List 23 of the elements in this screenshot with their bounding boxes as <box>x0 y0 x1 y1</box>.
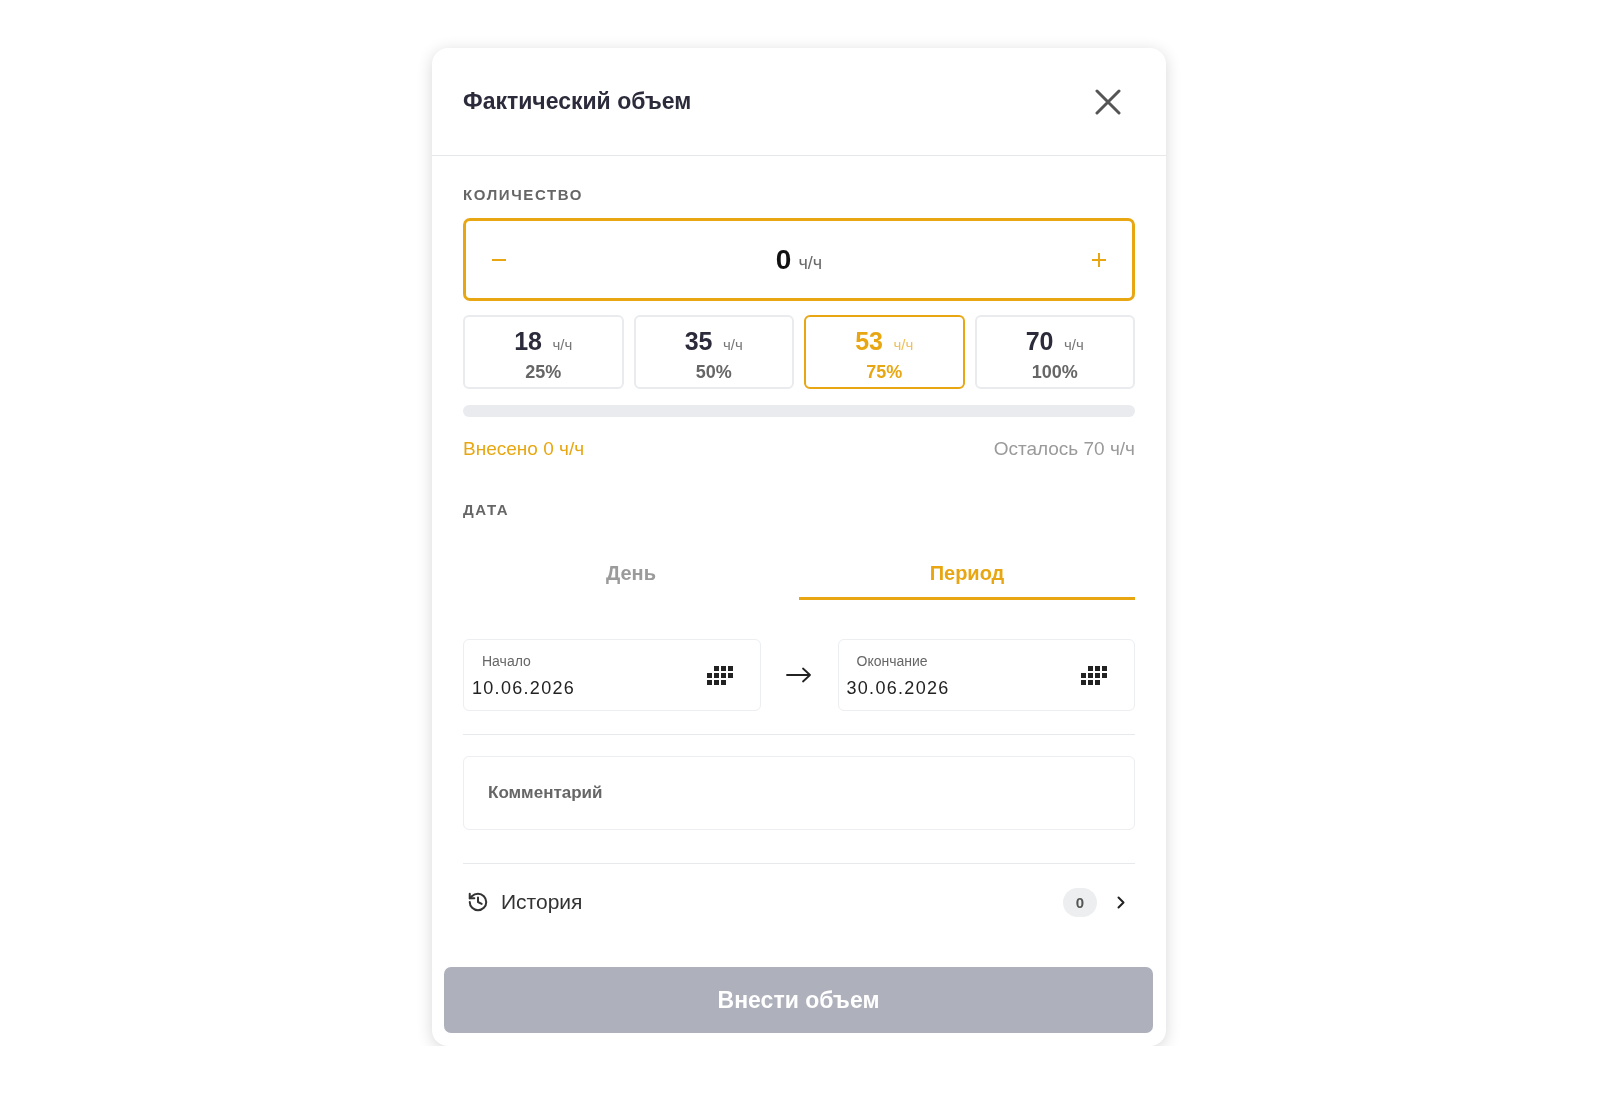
arrow-icon <box>786 667 812 683</box>
entered-amount: Внесено 0 ч/ч <box>463 437 585 461</box>
preset-option[interactable]: 18 ч/ч 25% <box>463 315 624 389</box>
history-button[interactable]: История <box>463 886 583 918</box>
close-icon <box>1095 88 1121 115</box>
remaining-amount: Осталось 70 ч/ч <box>993 437 1135 461</box>
preset-option[interactable]: 35 ч/ч 50% <box>633 315 794 389</box>
chevron-icon <box>1117 895 1125 909</box>
unit-label: ч/ч <box>798 251 823 275</box>
minus-icon <box>492 258 506 261</box>
history-icon <box>467 891 489 913</box>
calendar-icon <box>706 665 734 685</box>
date-field[interactable]: Окончание 30.06.2026 <box>837 639 1135 711</box>
history-count: 0 <box>1062 887 1097 917</box>
dialog-title: Фактический объем <box>463 87 692 116</box>
section-label: КОЛИЧЕСТВО <box>463 186 585 204</box>
comment-field[interactable]: Комментарий <box>463 756 1135 830</box>
plus-icon <box>1092 252 1106 267</box>
calendar-icon <box>1081 665 1108 685</box>
quantity-value: 0 <box>775 242 792 277</box>
preset-option[interactable]: 70 ч/ч 100% <box>974 315 1135 389</box>
date-field[interactable]: Начало 10.06.2026 <box>463 639 761 711</box>
section-label: ДАТА <box>463 501 511 519</box>
